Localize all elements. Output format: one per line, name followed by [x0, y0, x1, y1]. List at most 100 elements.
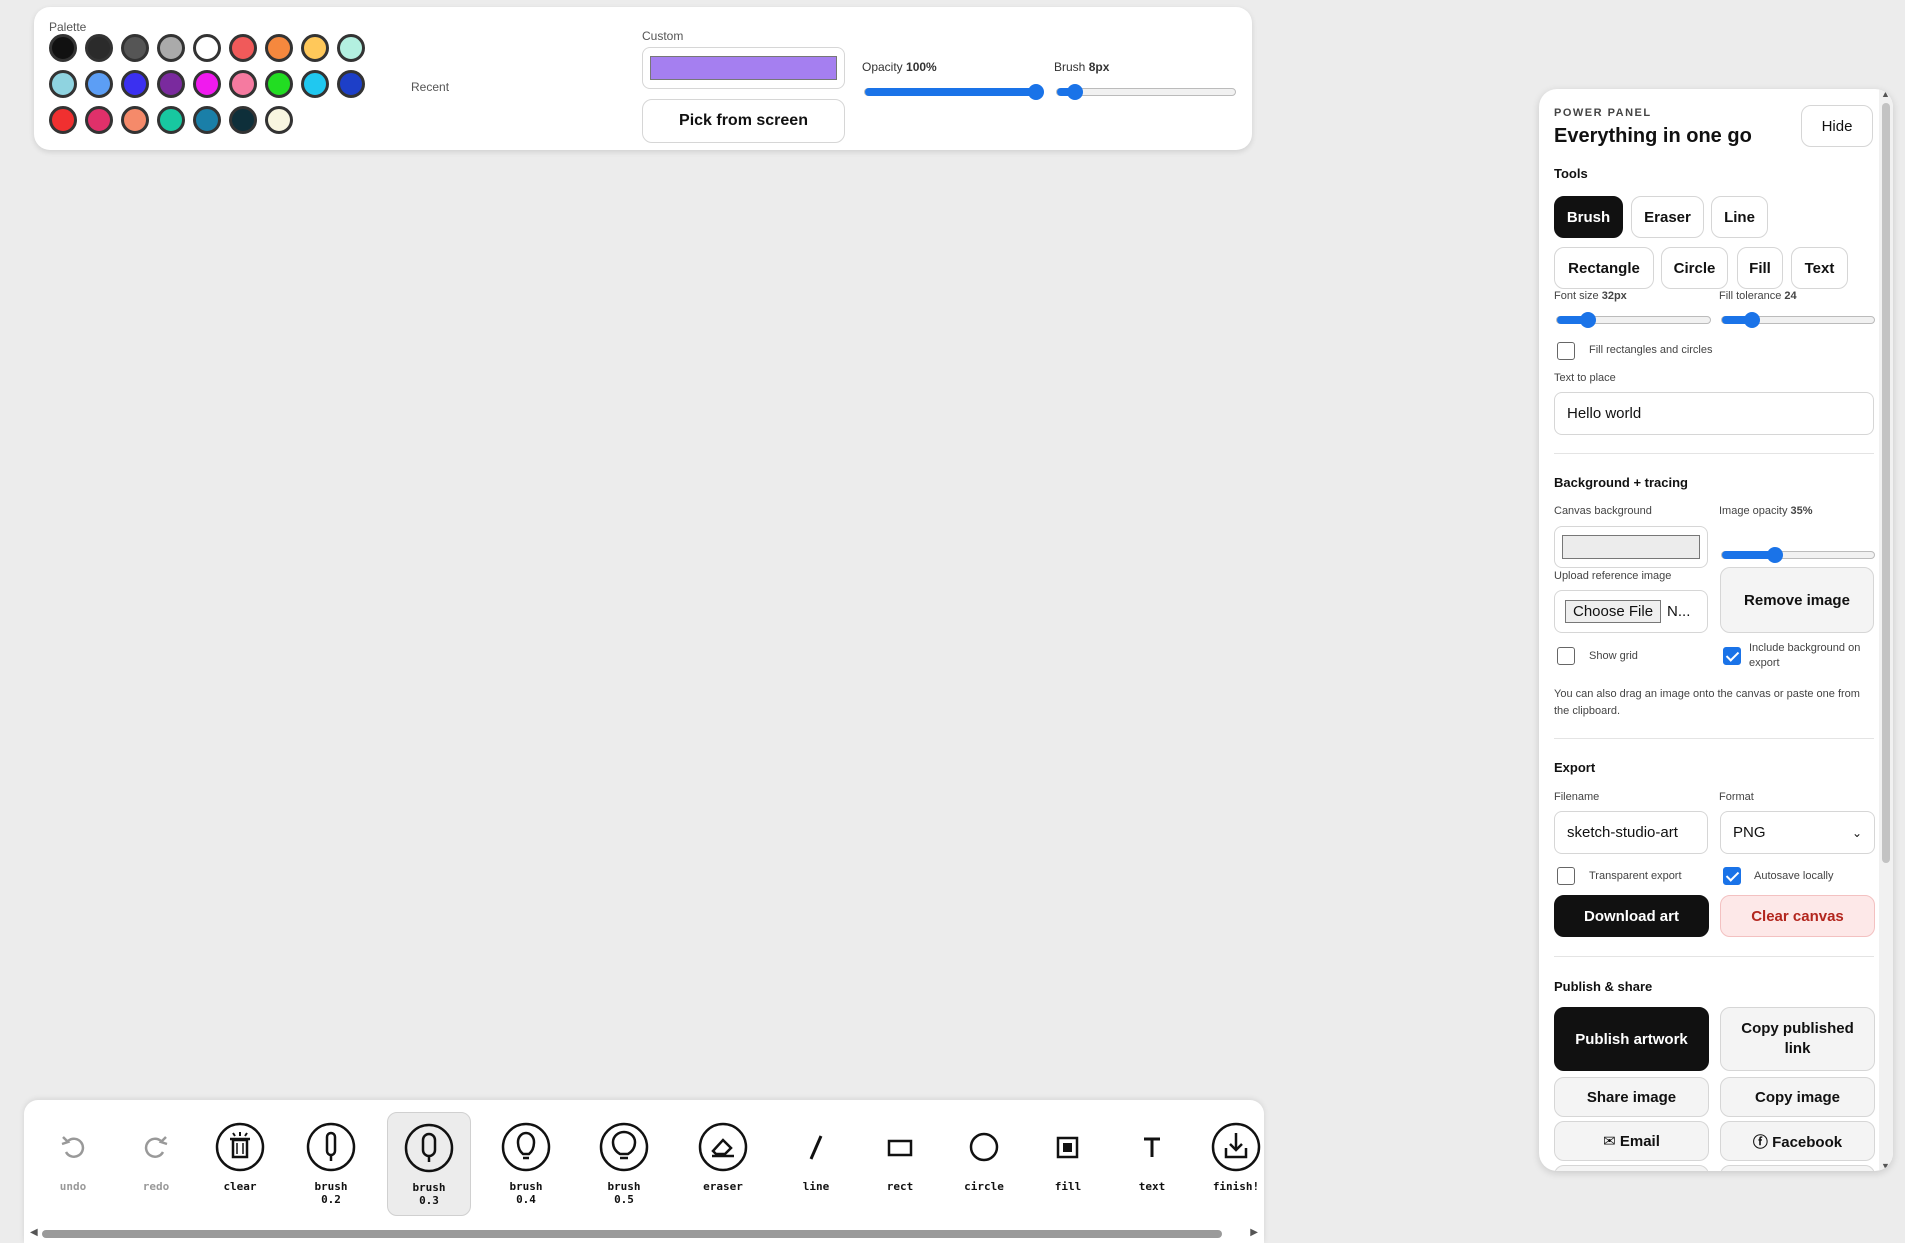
brush-0.3-button[interactable]: brush 0.3 [387, 1112, 471, 1216]
color-swatch[interactable] [337, 34, 365, 62]
rectangle-icon [875, 1122, 925, 1172]
format-select[interactable]: PNG ⌄ [1720, 811, 1875, 854]
color-swatch[interactable] [157, 70, 185, 98]
color-swatch[interactable] [121, 106, 149, 134]
publish-artwork-button[interactable]: Publish artwork [1554, 1007, 1709, 1071]
toolbar-scrollbar-thumb[interactable] [42, 1230, 1222, 1238]
color-swatch[interactable] [121, 70, 149, 98]
circle-icon [959, 1122, 1009, 1172]
image-opacity-slider-thumb[interactable] [1767, 547, 1784, 563]
color-swatch[interactable] [85, 106, 113, 134]
brush-0.5-button[interactable]: brush 0.5 [582, 1112, 666, 1216]
color-swatch[interactable] [265, 70, 293, 98]
autosave-checkbox[interactable] [1723, 867, 1741, 885]
clear-button[interactable]: clear [198, 1112, 282, 1216]
fill-tolerance-slider[interactable] [1721, 312, 1875, 328]
text-to-place-input[interactable]: Hello world [1554, 392, 1874, 435]
share-button-partial[interactable] [1720, 1165, 1875, 1171]
tool-brush-button[interactable]: Brush [1554, 196, 1623, 238]
text-button[interactable]: text [1110, 1112, 1194, 1216]
email-share-button[interactable]: ✉ Email [1554, 1121, 1709, 1161]
color-swatch[interactable] [301, 70, 329, 98]
color-swatch[interactable] [265, 106, 293, 134]
rect-button[interactable]: rect [858, 1112, 942, 1216]
color-swatch[interactable] [301, 34, 329, 62]
image-opacity-slider[interactable] [1721, 547, 1875, 563]
fill-tolerance-slider-thumb[interactable] [1744, 312, 1761, 328]
scroll-right-icon[interactable]: ▶ [1250, 1227, 1258, 1238]
download-art-button[interactable]: Download art [1554, 895, 1709, 937]
eraser-button[interactable]: eraser [681, 1112, 765, 1216]
include-background-checkbox[interactable] [1723, 647, 1741, 665]
color-swatch[interactable] [229, 34, 257, 62]
choose-file-button[interactable]: Choose File [1565, 600, 1662, 623]
text-label: text [1138, 1180, 1166, 1193]
circle-button[interactable]: circle [942, 1112, 1026, 1216]
facebook-share-button[interactable]: ⓕ Facebook [1720, 1121, 1875, 1161]
finish-button[interactable]: finish! [1194, 1112, 1264, 1216]
image-opacity-value: 35% [1790, 505, 1813, 517]
show-grid-checkbox[interactable] [1557, 647, 1575, 665]
divider [1554, 956, 1874, 957]
fill-button[interactable]: fill [1026, 1112, 1110, 1216]
tool-fill-button[interactable]: Fill [1737, 247, 1783, 289]
color-swatch[interactable] [193, 70, 221, 98]
pick-from-screen-button[interactable]: Pick from screen [642, 99, 845, 143]
fill-tolerance-label-text: Fill tolerance [1719, 290, 1782, 302]
clear-canvas-button[interactable]: Clear canvas [1720, 895, 1875, 937]
tool-eraser-button[interactable]: Eraser [1631, 196, 1704, 238]
color-swatch[interactable] [49, 34, 77, 62]
canvas-background-color-input[interactable] [1554, 526, 1708, 568]
brush-size-slider[interactable] [1056, 84, 1236, 100]
color-swatch[interactable] [49, 106, 77, 134]
hide-panel-button[interactable]: Hide [1801, 105, 1873, 147]
remove-image-button[interactable]: Remove image [1720, 567, 1874, 633]
panel-scrollbar-thumb[interactable] [1882, 103, 1890, 863]
transparent-export-checkbox[interactable] [1557, 867, 1575, 885]
color-swatch[interactable] [157, 106, 185, 134]
undo-button[interactable]: undo [31, 1112, 115, 1216]
custom-color-input[interactable] [642, 47, 845, 89]
color-swatch[interactable] [265, 34, 293, 62]
background-section-title: Background + tracing [1554, 475, 1688, 490]
toolbar-scrollbar[interactable]: ◀ ▶ [30, 1227, 1258, 1240]
tool-rectangle-button[interactable]: Rectangle [1554, 247, 1654, 289]
share-button-partial[interactable] [1554, 1165, 1709, 1171]
panel-scrollbar[interactable]: ▲ ▼ [1879, 89, 1893, 1171]
color-swatch[interactable] [157, 34, 185, 62]
copy-published-link-button[interactable]: Copy published link [1720, 1007, 1875, 1071]
color-swatch[interactable] [193, 106, 221, 134]
copy-image-button[interactable]: Copy image [1720, 1077, 1875, 1117]
share-image-button[interactable]: Share image [1554, 1077, 1709, 1117]
opacity-slider-thumb[interactable] [1028, 84, 1044, 100]
color-swatch[interactable] [85, 34, 113, 62]
scroll-down-icon[interactable]: ▼ [1881, 1161, 1890, 1171]
scroll-left-icon[interactable]: ◀ [30, 1227, 38, 1238]
tool-text-button[interactable]: Text [1791, 247, 1848, 289]
opacity-slider[interactable] [864, 84, 1044, 100]
eraser-label: eraser [703, 1180, 743, 1193]
brush-0.2-button[interactable]: brush 0.2 [289, 1112, 373, 1216]
line-button[interactable]: line [774, 1112, 858, 1216]
brush-0.5-label: brush 0.5 [607, 1180, 641, 1206]
color-swatch[interactable] [121, 34, 149, 62]
brush-xlarge-icon [599, 1122, 649, 1172]
color-swatch[interactable] [229, 70, 257, 98]
font-size-slider-thumb[interactable] [1579, 312, 1596, 328]
brush-0.4-button[interactable]: brush 0.4 [484, 1112, 568, 1216]
fill-shapes-checkbox[interactable] [1557, 342, 1575, 360]
redo-button[interactable]: redo [114, 1112, 198, 1216]
color-swatch[interactable] [337, 70, 365, 98]
tool-line-button[interactable]: Line [1711, 196, 1768, 238]
fill-tolerance-label: Fill tolerance 24 [1719, 290, 1797, 302]
color-swatch[interactable] [49, 70, 77, 98]
filename-input[interactable]: sketch-studio-art [1554, 811, 1708, 854]
color-swatch[interactable] [193, 34, 221, 62]
font-size-slider[interactable] [1556, 312, 1711, 328]
tool-circle-button[interactable]: Circle [1661, 247, 1728, 289]
color-swatch[interactable] [85, 70, 113, 98]
scroll-up-icon[interactable]: ▲ [1881, 89, 1890, 99]
upload-reference-input[interactable]: Choose File N... [1554, 590, 1708, 633]
brush-size-slider-thumb[interactable] [1066, 84, 1083, 100]
color-swatch[interactable] [229, 106, 257, 134]
